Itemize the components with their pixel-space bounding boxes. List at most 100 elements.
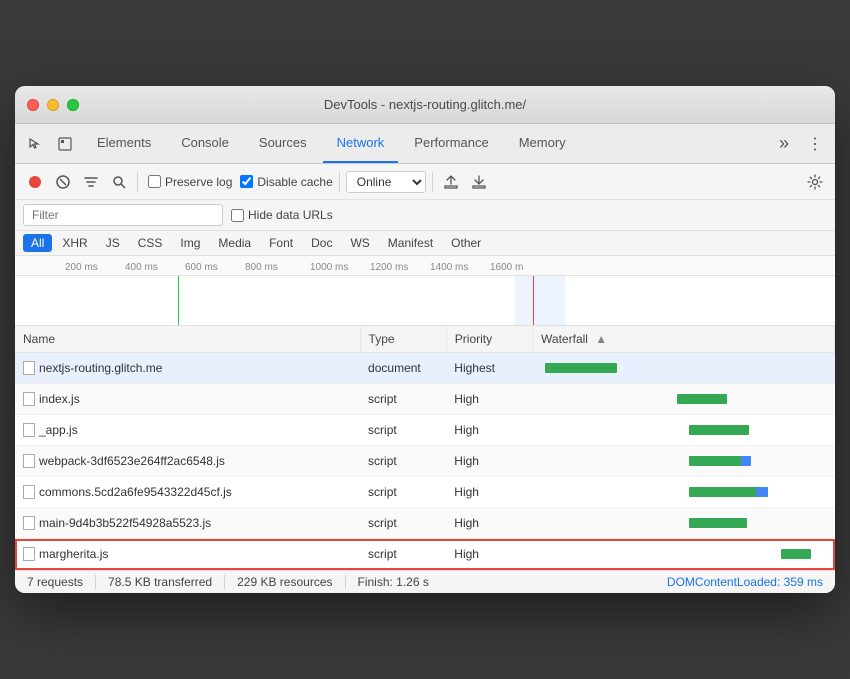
file-name: _app.js bbox=[39, 423, 78, 437]
type-filter-all[interactable]: All bbox=[23, 234, 52, 252]
timeline-area: 200 ms 400 ms 600 ms 800 ms 1000 ms 1200… bbox=[15, 256, 835, 326]
col-waterfall[interactable]: Waterfall ▲ bbox=[533, 326, 835, 353]
close-button[interactable] bbox=[27, 99, 39, 111]
status-resources: 229 KB resources bbox=[237, 575, 332, 589]
import-button[interactable] bbox=[439, 170, 463, 194]
waterfall-bar bbox=[689, 518, 747, 528]
cell-priority: High bbox=[446, 477, 532, 508]
status-finish: Finish: 1.26 s bbox=[358, 575, 429, 589]
preserve-log-checkbox[interactable] bbox=[148, 175, 161, 188]
timeline-load-line bbox=[533, 276, 534, 326]
table-row[interactable]: main-9d4b3b522f54928a5523.jsscriptHigh bbox=[15, 508, 835, 539]
cell-type: script bbox=[360, 415, 446, 446]
type-filter-font[interactable]: Font bbox=[261, 234, 301, 252]
tab-network[interactable]: Network bbox=[323, 124, 399, 163]
traffic-lights bbox=[27, 99, 79, 111]
cell-type: script bbox=[360, 446, 446, 477]
clear-button[interactable] bbox=[51, 170, 75, 194]
filter-button[interactable] bbox=[79, 170, 103, 194]
cell-waterfall bbox=[533, 539, 835, 570]
tab-memory[interactable]: Memory bbox=[505, 124, 580, 163]
tab-performance[interactable]: Performance bbox=[400, 124, 502, 163]
file-name: margherita.js bbox=[39, 547, 108, 561]
network-toolbar: Preserve log Disable cache Online Fast 3… bbox=[15, 164, 835, 200]
disable-cache-group: Disable cache bbox=[240, 175, 332, 189]
cell-priority: High bbox=[446, 384, 532, 415]
record-button[interactable] bbox=[23, 170, 47, 194]
file-icon bbox=[23, 361, 35, 375]
table-row[interactable]: commons.5cd2a6fe9543322d45cf.jsscriptHig… bbox=[15, 477, 835, 508]
status-bar: 7 requests 78.5 KB transferred 229 KB re… bbox=[15, 570, 835, 593]
filter-input[interactable] bbox=[23, 204, 223, 226]
network-table: Name Type Priority Waterfall ▲ nextjs bbox=[15, 326, 835, 570]
settings-button[interactable] bbox=[803, 170, 827, 194]
cursor-icon[interactable] bbox=[23, 132, 47, 156]
type-filter-img[interactable]: Img bbox=[172, 234, 208, 252]
file-icon bbox=[23, 516, 35, 530]
tick-600: 600 ms bbox=[185, 262, 218, 273]
maximize-button[interactable] bbox=[67, 99, 79, 111]
cell-name: main-9d4b3b522f54928a5523.js bbox=[15, 508, 360, 539]
throttle-select[interactable]: Online Fast 3G Slow 3G Offline bbox=[346, 171, 426, 193]
waterfall-bar-secondary bbox=[756, 487, 768, 497]
file-name: webpack-3df6523e264ff2ac6548.js bbox=[39, 454, 225, 468]
waterfall-bar bbox=[545, 363, 617, 373]
file-icon bbox=[23, 423, 35, 437]
disable-cache-label: Disable cache bbox=[257, 175, 332, 189]
col-name[interactable]: Name bbox=[15, 326, 360, 353]
tick-400: 400 ms bbox=[125, 262, 158, 273]
filter-row: Hide data URLs bbox=[15, 200, 835, 231]
table-row[interactable]: margherita.jsscriptHigh bbox=[15, 539, 835, 570]
cell-priority: High bbox=[446, 415, 532, 446]
file-icon bbox=[23, 547, 35, 561]
cell-waterfall bbox=[533, 415, 835, 446]
status-sep-3 bbox=[345, 575, 346, 589]
type-filter-xhr[interactable]: XHR bbox=[54, 234, 95, 252]
status-sep-2 bbox=[224, 575, 225, 589]
type-filter-ws[interactable]: WS bbox=[342, 234, 377, 252]
tab-overflow-button[interactable]: » bbox=[771, 133, 797, 154]
network-table-container: Name Type Priority Waterfall ▲ nextjs bbox=[15, 326, 835, 570]
cell-type: script bbox=[360, 539, 446, 570]
table-row[interactable]: nextjs-routing.glitch.medocumentHighest bbox=[15, 353, 835, 384]
cell-name: nextjs-routing.glitch.me bbox=[15, 353, 360, 384]
type-filter-other[interactable]: Other bbox=[443, 234, 489, 252]
type-filter-js[interactable]: JS bbox=[98, 234, 128, 252]
col-type[interactable]: Type bbox=[360, 326, 446, 353]
disable-cache-checkbox[interactable] bbox=[240, 175, 253, 188]
type-filter-css[interactable]: CSS bbox=[130, 234, 171, 252]
type-filter-media[interactable]: Media bbox=[210, 234, 259, 252]
cell-type: document bbox=[360, 353, 446, 384]
table-row[interactable]: index.jsscriptHigh bbox=[15, 384, 835, 415]
tab-elements[interactable]: Elements bbox=[83, 124, 165, 163]
status-sep-1 bbox=[95, 575, 96, 589]
cell-name: commons.5cd2a6fe9543322d45cf.js bbox=[15, 477, 360, 508]
file-icon bbox=[23, 392, 35, 406]
type-filter-doc[interactable]: Doc bbox=[303, 234, 340, 252]
cell-name: webpack-3df6523e264ff2ac6548.js bbox=[15, 446, 360, 477]
waterfall-bar bbox=[781, 549, 811, 559]
waterfall-bar bbox=[689, 456, 744, 466]
table-row[interactable]: _app.js scriptHigh bbox=[15, 415, 835, 446]
hide-data-urls-checkbox[interactable] bbox=[231, 209, 244, 222]
cell-name: _app.js bbox=[15, 415, 360, 446]
minimize-button[interactable] bbox=[47, 99, 59, 111]
timeline-highlight bbox=[515, 276, 565, 326]
tab-sources[interactable]: Sources bbox=[245, 124, 321, 163]
file-icon bbox=[23, 485, 35, 499]
sort-arrow: ▲ bbox=[595, 332, 607, 346]
hide-data-urls-label: Hide data URLs bbox=[248, 208, 333, 222]
col-priority[interactable]: Priority bbox=[446, 326, 532, 353]
export-button[interactable] bbox=[467, 170, 491, 194]
tab-console[interactable]: Console bbox=[167, 124, 243, 163]
layers-icon[interactable] bbox=[53, 132, 77, 156]
type-filter-manifest[interactable]: Manifest bbox=[380, 234, 441, 252]
file-name: index.js bbox=[39, 392, 80, 406]
tick-1200: 1200 ms bbox=[370, 262, 408, 273]
hide-data-urls-group: Hide data URLs bbox=[231, 208, 333, 222]
search-button[interactable] bbox=[107, 170, 131, 194]
table-row[interactable]: webpack-3df6523e264ff2ac6548.jsscriptHig… bbox=[15, 446, 835, 477]
status-domcontent: DOMContentLoaded: 359 ms bbox=[667, 575, 823, 589]
tab-menu-button[interactable]: ⋮ bbox=[803, 134, 827, 154]
file-icon bbox=[23, 454, 35, 468]
